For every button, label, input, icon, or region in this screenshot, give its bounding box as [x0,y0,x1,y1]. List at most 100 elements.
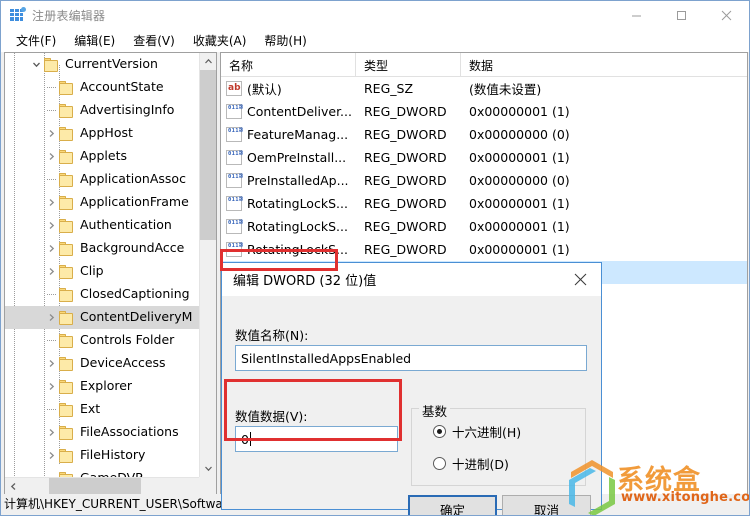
menu-help[interactable]: 帮助(H) [255,29,315,52]
scrollbar-corner [199,477,216,494]
value-row[interactable]: ContentDeliver... REG_DWORD 0x00000001 (1) [221,100,747,123]
tree-horizontal-scrollbar[interactable] [5,477,216,494]
tree-item[interactable]: CurrentVersion [5,53,199,76]
minimize-button[interactable] [614,1,659,29]
tree-hscroll-thumb[interactable] [49,478,141,494]
tree-vertical-scrollbar[interactable] [199,53,216,477]
tree-item-label: AccountState [80,79,164,95]
value-name-input[interactable]: SilentInstalledAppsEnabled [235,345,587,371]
tree-item-label: DeviceAccess [80,355,166,371]
value-row[interactable]: PreInstalledAp... REG_DWORD 0x00000000 (0) [221,169,747,192]
menu-bar: 文件(F) 编辑(E) 查看(V) 收藏夹(A) 帮助(H) [1,29,749,52]
tree-item[interactable]: Explorer [5,375,199,398]
chevron-right-icon[interactable] [44,421,59,444]
folder-icon [59,149,76,164]
dialog-close-button[interactable] [559,263,601,296]
tree-item[interactable]: FileHistory [5,444,199,467]
dialog-title-bar: 编辑 DWORD (32 位)值 [222,263,601,296]
dword-value-icon [226,219,243,234]
folder-icon [59,448,76,463]
tree-item[interactable]: ContentDeliveryM [5,306,199,329]
tree-item-label: Applets [80,148,127,164]
list-header: 名称 类型 数据 [221,53,747,77]
value-name: RotatingLockS... [247,196,348,211]
chevron-down-icon[interactable] [29,53,44,76]
chevron-up-icon[interactable] [200,53,216,70]
value-data: 0x00000001 (1) [469,219,570,234]
folder-icon [59,310,76,325]
value-row[interactable]: FeatureManag... REG_DWORD 0x00000000 (0) [221,123,747,146]
value-row[interactable]: OemPreInstall... REG_DWORD 0x00000001 (1) [221,146,747,169]
value-data-input[interactable]: 0 [235,426,398,452]
tree-item[interactable]: Applets [5,145,199,168]
registry-values-list[interactable]: (默认) REG_SZ (数值未设置) ContentDeliver... REG_DW… [221,77,747,284]
chevron-left-icon[interactable] [5,478,22,494]
menu-favorites[interactable]: 收藏夹(A) [184,29,256,52]
registry-path: 计算机\HKEY_CURRENT_USER\Softwar [4,497,228,511]
dword-value-icon [226,173,243,188]
text-caret [249,432,251,446]
column-header-type[interactable]: 类型 [356,53,461,77]
radio-hexadecimal[interactable]: 十六进制(H) [433,422,521,441]
tree-item[interactable]: Ext [5,398,199,421]
folder-icon [59,287,76,302]
tree-item[interactable]: BackgroundAcce [5,237,199,260]
chevron-right-icon[interactable] [44,375,59,398]
tree-item[interactable]: FileAssociations [5,421,199,444]
tree-item[interactable]: Clip [5,260,199,283]
chevron-right-icon[interactable] [44,191,59,214]
value-data-text: 0 [241,431,249,447]
cancel-button[interactable]: 取消 [502,495,591,515]
menu-view[interactable]: 查看(V) [124,29,184,52]
column-header-data[interactable]: 数据 [461,53,747,77]
tree-item[interactable]: ClosedCaptioning [5,283,199,306]
tree-item[interactable]: Authentication [5,214,199,237]
tree-line [44,329,59,352]
dialog-body: 数值名称(N): SilentInstalledAppsEnabled 数值数据… [222,296,601,515]
value-row[interactable]: (默认) REG_SZ (数值未设置) [221,77,747,100]
folder-icon [59,172,76,187]
tree-item-label: ApplicationFrame [80,194,189,210]
chevron-right-icon[interactable] [44,306,59,329]
chevron-right-icon[interactable] [44,352,59,375]
menu-file[interactable]: 文件(F) [7,29,65,52]
folder-icon [59,80,76,95]
folder-icon [59,333,76,348]
tree-item-label: FileAssociations [80,424,179,440]
tree-item[interactable]: ApplicationAssoc [5,168,199,191]
chevron-right-icon[interactable] [44,237,59,260]
tree-item[interactable]: ApplicationFrame [5,191,199,214]
value-type: REG_DWORD [364,242,447,257]
value-type: REG_DWORD [364,127,447,142]
value-row[interactable]: RotatingLockS... REG_DWORD 0x00000001 (1) [221,238,747,261]
tree-item[interactable]: GameDVR [5,467,199,477]
value-type: REG_DWORD [364,150,447,165]
value-name: OemPreInstall... [247,150,347,165]
chevron-right-icon[interactable] [44,214,59,237]
maximize-button[interactable] [659,1,704,29]
chevron-down-icon[interactable] [200,460,216,477]
value-data: 0x00000001 (1) [469,104,570,119]
menu-edit[interactable]: 编辑(E) [65,29,124,52]
tree-item[interactable]: AdvertisingInfo [5,99,199,122]
tree-item[interactable]: DeviceAccess [5,352,199,375]
tree-item[interactable]: AccountState [5,76,199,99]
registry-tree[interactable]: CurrentVersion AccountState AdvertisingInf… [5,53,199,477]
close-button[interactable] [704,1,749,29]
folder-icon [59,218,76,233]
value-row[interactable]: RotatingLockS... REG_DWORD 0x00000001 (1) [221,192,747,215]
radio-decimal[interactable]: 十进制(D) [433,454,509,473]
chevron-right-icon[interactable] [44,260,59,283]
ok-button[interactable]: 确定 [408,495,497,515]
chevron-right-icon[interactable] [44,145,59,168]
tree-item[interactable]: Controls Folder [5,329,199,352]
tree-item-label: Controls Folder [80,332,175,348]
folder-icon [59,126,76,141]
tree-vscroll-thumb[interactable] [200,70,216,240]
value-row[interactable]: RotatingLockS... REG_DWORD 0x00000001 (1) [221,215,747,238]
chevron-right-icon[interactable] [44,122,59,145]
tree-item[interactable]: AppHost [5,122,199,145]
column-header-name[interactable]: 名称 [221,53,356,77]
dialog-title: 编辑 DWORD (32 位)值 [233,274,377,289]
chevron-right-icon[interactable] [44,444,59,467]
